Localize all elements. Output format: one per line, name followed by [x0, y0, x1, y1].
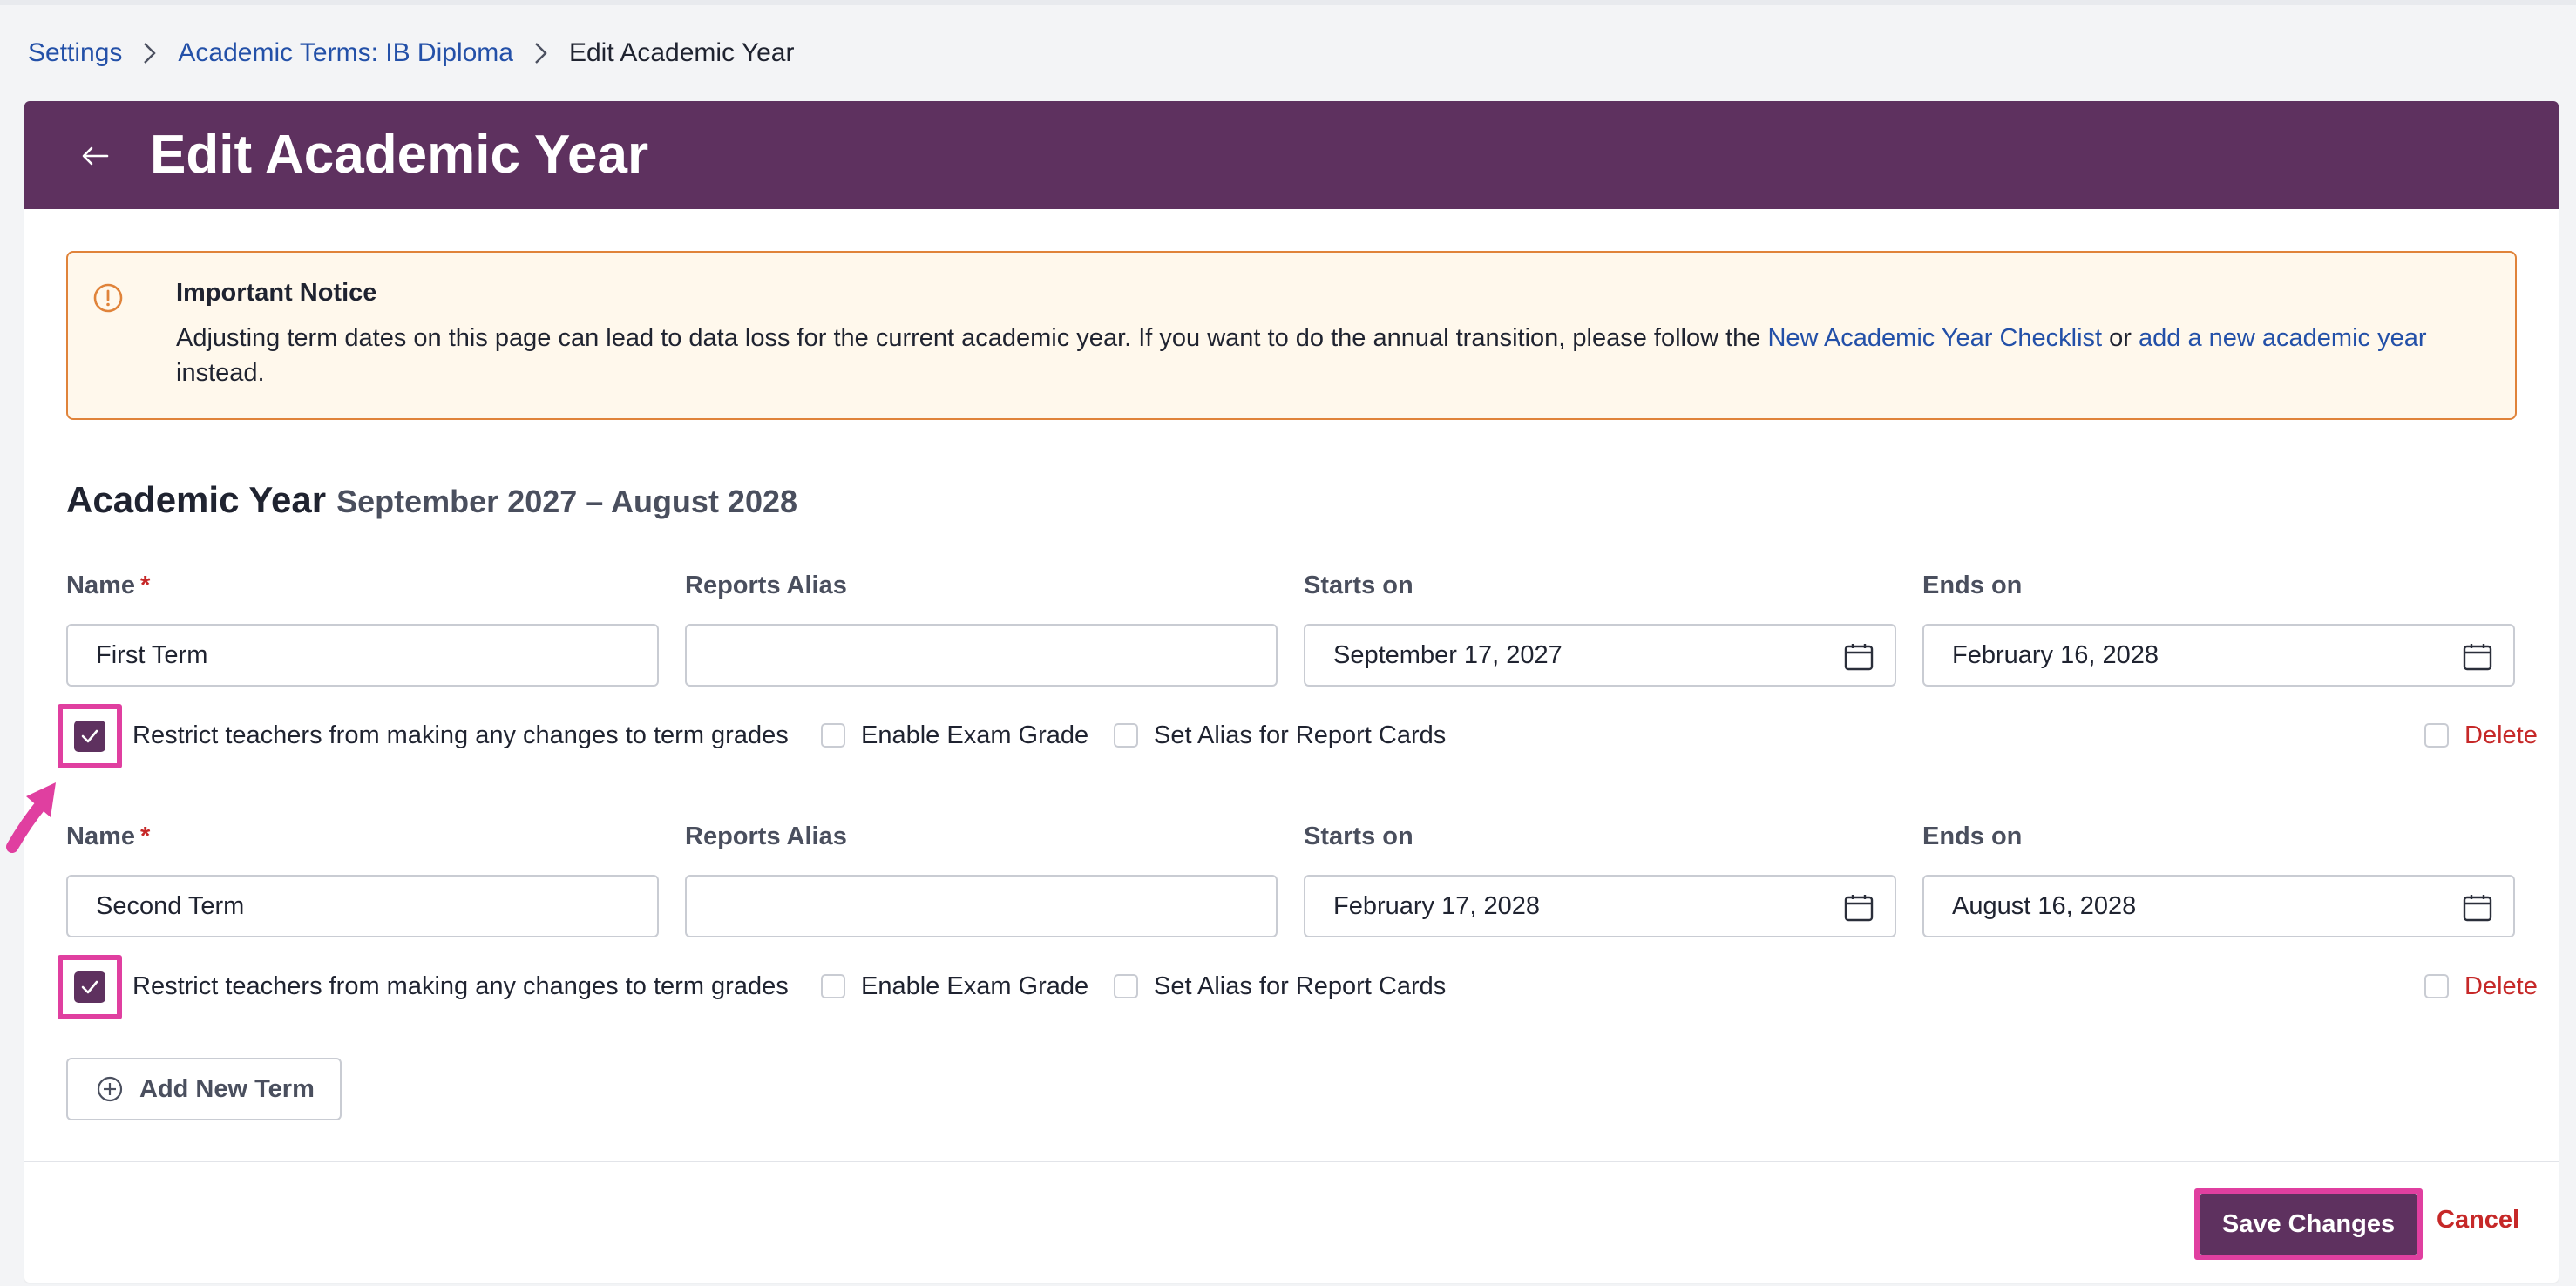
restrict-label: Restrict teachers from making any change… — [132, 972, 789, 1001]
delete-term-checkbox[interactable] — [2424, 723, 2449, 748]
name-label: Name* — [66, 819, 659, 854]
notice-text-or: or — [2102, 324, 2139, 352]
term-name-field: Name* First Term — [66, 568, 659, 603]
plus-circle-icon — [96, 1075, 124, 1103]
academic-year-heading: Academic Year September 2027 – August 20… — [66, 479, 797, 521]
starts-on-field: Starts on September 17, 2027 — [1304, 568, 1896, 603]
restrict-label: Restrict teachers from making any change… — [132, 721, 789, 750]
chevron-right-icon — [122, 41, 178, 65]
term-row: Name* First Term Reports Alias Starts on… — [66, 568, 2517, 760]
starts-on-label: Starts on — [1304, 568, 1896, 603]
reports-alias-field: Reports Alias — [685, 568, 1278, 603]
delete-term-option[interactable]: Delete — [2424, 709, 2538, 761]
starts-on-label: Starts on — [1304, 819, 1896, 854]
ends-on-input[interactable]: August 16, 2028 — [1922, 875, 2515, 937]
enable-exam-grade-option[interactable]: Enable Exam Grade — [821, 960, 1088, 1012]
restrict-checkbox-highlight — [58, 955, 122, 1019]
page-header: Edit Academic Year — [24, 101, 2559, 209]
set-alias-checkbox[interactable] — [1114, 974, 1138, 998]
enable-exam-grade-checkbox[interactable] — [821, 723, 845, 748]
ends-on-field: Ends on February 16, 2028 — [1922, 568, 2515, 603]
set-alias-checkbox[interactable] — [1114, 723, 1138, 748]
alert-circle-icon — [92, 282, 124, 314]
footer-divider — [24, 1161, 2559, 1162]
ends-on-value: August 16, 2028 — [1952, 892, 2136, 921]
reports-alias-label: Reports Alias — [685, 819, 1278, 854]
calendar-icon[interactable] — [2463, 894, 2492, 922]
check-icon — [80, 728, 99, 744]
reports-alias-field: Reports Alias — [685, 819, 1278, 854]
important-notice: Important Notice Adjusting term dates on… — [66, 251, 2517, 420]
calendar-icon[interactable] — [1844, 894, 1874, 922]
delete-label: Delete — [2464, 721, 2538, 750]
restrict-option[interactable]: Restrict teachers from making any change… — [132, 709, 789, 761]
term-row: Name* Second Term Reports Alias Starts o… — [66, 819, 2517, 1011]
add-new-term-button[interactable]: Add New Term — [66, 1058, 342, 1120]
term-options: Restrict teachers from making any change… — [66, 709, 2517, 761]
restrict-checkbox[interactable] — [74, 721, 105, 752]
breadcrumb-academic-terms[interactable]: Academic Terms: IB Diploma — [178, 38, 513, 68]
new-academic-year-checklist-link[interactable]: New Academic Year Checklist — [1767, 324, 2102, 352]
pointer-arrow-icon — [0, 775, 61, 863]
breadcrumb-settings[interactable]: Settings — [28, 38, 122, 68]
restrict-checkbox-highlight — [58, 704, 122, 768]
starts-on-value: February 17, 2028 — [1333, 892, 1540, 921]
term-name-field: Name* Second Term — [66, 819, 659, 854]
reports-alias-label: Reports Alias — [685, 568, 1278, 603]
cancel-button[interactable]: Cancel — [2437, 1206, 2519, 1244]
calendar-icon[interactable] — [2463, 643, 2492, 671]
top-strip — [0, 0, 2576, 5]
restrict-checkbox[interactable] — [74, 971, 105, 1003]
name-label: Name* — [66, 568, 659, 603]
delete-label: Delete — [2464, 972, 2538, 1001]
enable-exam-grade-option[interactable]: Enable Exam Grade — [821, 709, 1088, 761]
term-options: Restrict teachers from making any change… — [66, 960, 2517, 1012]
add-new-term-label: Add New Term — [139, 1075, 315, 1104]
notice-body: Adjusting term dates on this page can le… — [176, 321, 2494, 390]
enable-exam-grade-checkbox[interactable] — [821, 974, 845, 998]
delete-term-option[interactable]: Delete — [2424, 960, 2538, 1012]
chevron-right-icon — [513, 41, 569, 65]
starts-on-input[interactable]: February 17, 2028 — [1304, 875, 1896, 937]
enable-exam-grade-label: Enable Exam Grade — [861, 721, 1088, 750]
delete-term-checkbox[interactable] — [2424, 974, 2449, 998]
breadcrumb-current: Edit Academic Year — [569, 38, 795, 68]
restrict-option[interactable]: Restrict teachers from making any change… — [132, 960, 789, 1012]
page-title: Edit Academic Year — [150, 122, 648, 188]
enable-exam-grade-label: Enable Exam Grade — [861, 972, 1088, 1001]
add-new-academic-year-link[interactable]: add a new academic year — [2139, 324, 2426, 352]
check-icon — [80, 979, 99, 995]
back-button[interactable] — [70, 131, 120, 181]
notice-text-after: instead. — [176, 359, 265, 387]
term-name-input[interactable]: First Term — [66, 624, 659, 687]
save-changes-button[interactable]: Save Changes — [2200, 1194, 2417, 1255]
ends-on-value: February 16, 2028 — [1952, 641, 2159, 670]
ends-on-field: Ends on August 16, 2028 — [1922, 819, 2515, 854]
academic-year-label: Academic Year — [66, 479, 326, 521]
starts-on-field: Starts on February 17, 2028 — [1304, 819, 1896, 854]
starts-on-input[interactable]: September 17, 2027 — [1304, 624, 1896, 687]
arrow-left-icon — [81, 146, 109, 166]
set-alias-label: Set Alias for Report Cards — [1154, 721, 1446, 750]
set-alias-label: Set Alias for Report Cards — [1154, 972, 1446, 1001]
reports-alias-input[interactable] — [685, 875, 1278, 937]
calendar-icon[interactable] — [1844, 643, 1874, 671]
notice-title: Important Notice — [176, 279, 376, 308]
set-alias-option[interactable]: Set Alias for Report Cards — [1114, 709, 1446, 761]
reports-alias-input[interactable] — [685, 624, 1278, 687]
ends-on-label: Ends on — [1922, 568, 2515, 603]
notice-text: Adjusting term dates on this page can le… — [176, 324, 1767, 352]
term-name-input[interactable]: Second Term — [66, 875, 659, 937]
academic-year-range: September 2027 – August 2028 — [336, 484, 797, 520]
ends-on-input[interactable]: February 16, 2028 — [1922, 624, 2515, 687]
starts-on-value: September 17, 2027 — [1333, 641, 1563, 670]
set-alias-option[interactable]: Set Alias for Report Cards — [1114, 960, 1446, 1012]
edit-academic-year-card: Edit Academic Year Important Notice Adju… — [24, 101, 2559, 1283]
breadcrumb: Settings Academic Terms: IB Diploma Edit… — [28, 33, 795, 73]
ends-on-label: Ends on — [1922, 819, 2515, 854]
